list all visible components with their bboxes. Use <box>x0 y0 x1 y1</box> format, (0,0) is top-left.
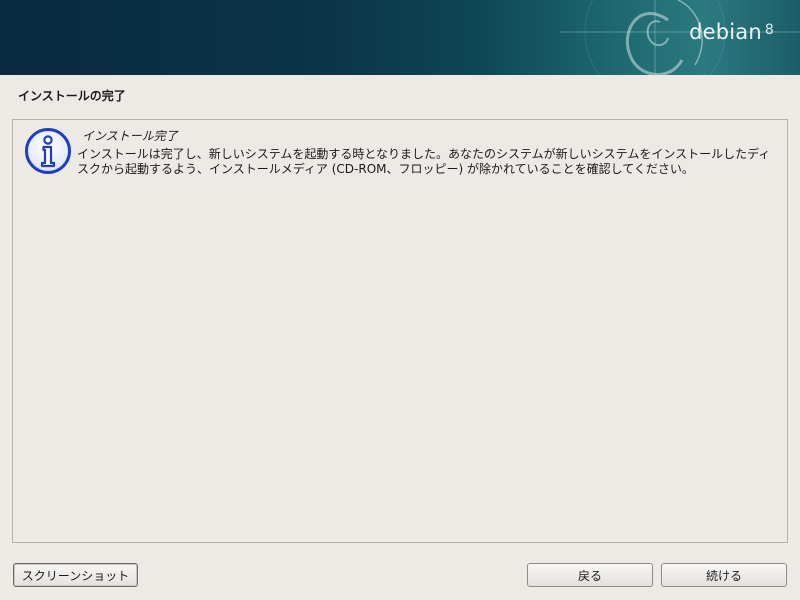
brand-version: 8 <box>764 22 774 38</box>
back-button[interactable]: 戻る <box>527 563 653 587</box>
page-title: インストールの完了 <box>18 89 126 103</box>
brand-name: debian <box>689 20 762 44</box>
screenshot-button[interactable]: スクリーンショット <box>13 563 138 587</box>
info-icon <box>25 128 71 174</box>
continue-button[interactable]: 続ける <box>661 563 787 587</box>
debian-banner: debian 8 <box>0 0 800 75</box>
debian-brand: debian 8 <box>689 20 774 44</box>
message-body: インストールは完了し、新しいシステムを起動する時となりました。あなたのシステムが… <box>77 147 771 176</box>
content-frame: インストール完了 インストールは完了し、新しいシステムを起動する時となりました。… <box>12 119 788 543</box>
message-title: インストール完了 <box>82 129 178 143</box>
